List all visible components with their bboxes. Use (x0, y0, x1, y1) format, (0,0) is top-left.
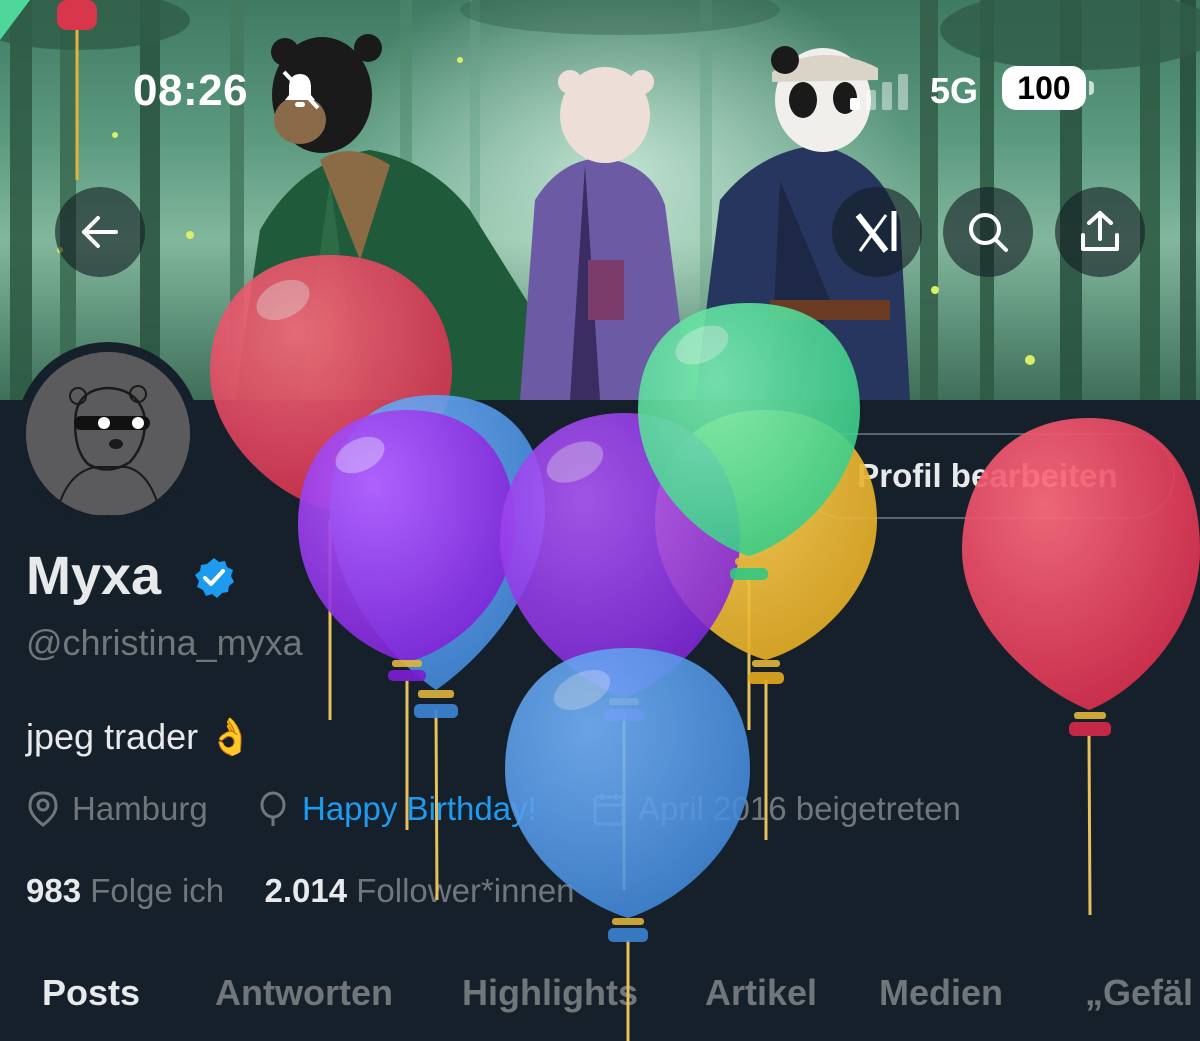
tab-highlights[interactable]: Highlights (462, 972, 638, 1014)
calendar-icon (593, 793, 625, 826)
status-bar: 08:26 5G 100 (0, 62, 1200, 122)
search-icon (969, 213, 1008, 252)
back-button[interactable] (55, 187, 145, 277)
location-text: Hamburg (72, 790, 208, 827)
profile-tabs: Posts Antworten Highlights Artikel Medie… (0, 960, 1200, 1041)
followers-label: Follower*innen (356, 872, 575, 909)
status-time: 08:26 (133, 66, 249, 115)
grok-icon (855, 211, 897, 253)
display-name: Myxa (26, 546, 162, 606)
joined-item: April 2016 beigetreten (592, 790, 961, 828)
battery-indicator: 100 (1002, 66, 1094, 110)
tab-media[interactable]: Medien (879, 972, 1003, 1014)
balloon-icon (260, 791, 286, 826)
network-type: 5G (930, 70, 979, 111)
following-link[interactable]: 983 Folge ich (26, 872, 233, 909)
following-count: 983 (26, 872, 82, 909)
follow-counts: 983 Folge ich 2.014 Follower*innen (26, 872, 575, 910)
followers-link[interactable]: 2.014 Follower*innen (264, 872, 574, 909)
share-button[interactable] (1055, 187, 1145, 277)
following-label: Folge ich (90, 872, 225, 909)
verified-badge-icon (195, 558, 234, 598)
blue-balloon-back (330, 395, 545, 718)
signal-strength-icon (850, 74, 908, 110)
location-pin-icon (28, 791, 58, 827)
profile-bio: jpeg trader 👌 (26, 716, 253, 757)
joined-text: April 2016 beigetreten (638, 790, 961, 827)
user-handle: @christina_myxa (26, 622, 303, 663)
birthday-text[interactable]: Happy Birthday! (302, 790, 537, 828)
avatar-image (26, 352, 190, 516)
share-icon (1081, 211, 1119, 251)
tab-articles[interactable]: Artikel (705, 972, 817, 1014)
search-button[interactable] (943, 187, 1033, 277)
avatar-frame[interactable] (16, 342, 200, 526)
purple-balloon-center (500, 413, 740, 721)
followers-count: 2.014 (264, 872, 348, 909)
arrow-left-icon (82, 216, 118, 248)
birthday-item[interactable]: Happy Birthday! (256, 790, 537, 828)
avatar[interactable] (26, 352, 190, 516)
tab-likes[interactable]: „Gefäl (1085, 972, 1193, 1014)
purple-balloon-left (298, 410, 515, 681)
tab-posts[interactable]: Posts (42, 972, 140, 1014)
edit-profile-button[interactable]: Profil bearbeiten (800, 433, 1175, 519)
grok-button[interactable] (832, 187, 922, 277)
tab-replies[interactable]: Antworten (215, 972, 393, 1014)
location-item: Hamburg (26, 790, 208, 828)
bell-muted-icon (282, 70, 320, 110)
